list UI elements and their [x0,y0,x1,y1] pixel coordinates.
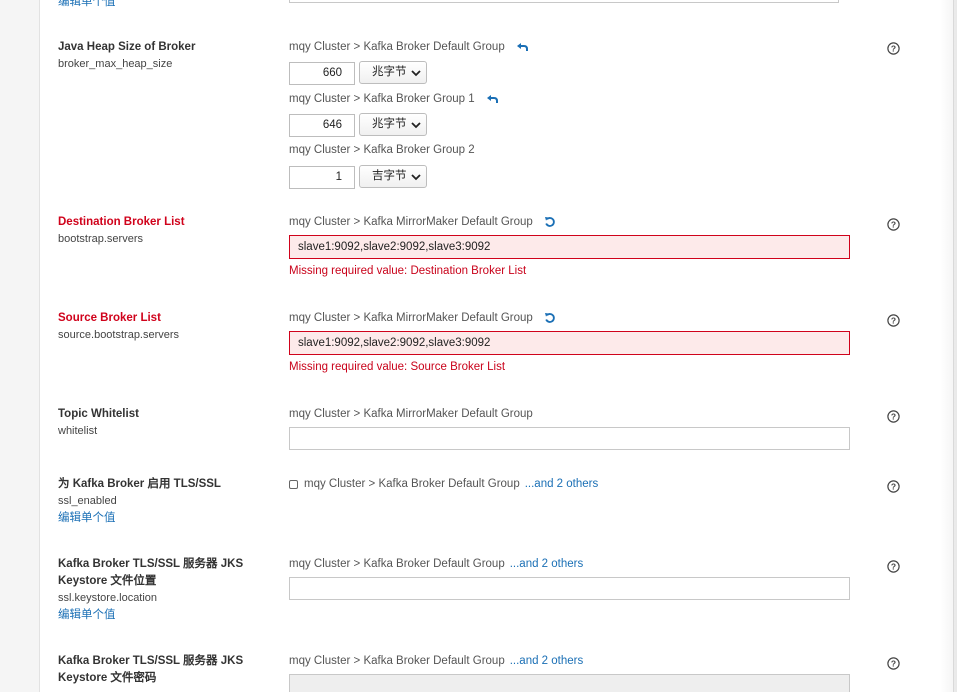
ssl-edit-individual-link[interactable]: 编辑单个值 [58,510,116,527]
svg-text:?: ? [891,562,896,572]
heap-group-1-label: mqy Cluster > Kafka Broker Group 1 [289,93,475,105]
help-icon[interactable]: ? [887,218,900,231]
whitelist-group: mqy Cluster > Kafka MirrorMaker Default … [289,408,533,420]
heap-value-default[interactable]: 660 [289,62,355,85]
svg-text:?: ? [891,412,896,422]
undo-arrow-icon[interactable] [486,93,498,105]
ssl-enabled-checkbox[interactable] [289,480,298,489]
ssl-others-link[interactable]: ...and 2 others [525,478,599,490]
reset-icon[interactable] [544,312,556,324]
heap-unit-group-2[interactable]: 吉字节 [359,165,427,188]
ssl-title: 为 Kafka Broker 启用 TLS/SSL [58,478,221,490]
panel-edge-shadow [940,0,957,692]
heap-unit-group-2-label: 吉字节 [372,170,407,182]
help-icon[interactable]: ? [887,42,900,55]
keystore-password-input[interactable] [289,674,850,692]
ssl-group-label: mqy Cluster > Kafka Broker Default Group [304,478,520,490]
keystore-pw-group-label: mqy Cluster > Kafka Broker Default Group [289,655,505,667]
dest-group-label: mqy Cluster > Kafka MirrorMaker Default … [289,216,533,228]
dest-input[interactable]: slave1:9092,slave2:9092,slave3:9092 [289,235,850,259]
source-group: mqy Cluster > Kafka MirrorMaker Default … [289,310,556,327]
source-title: Source Broker List [58,312,161,324]
dest-group: mqy Cluster > Kafka MirrorMaker Default … [289,214,556,231]
top-partial-input[interactable] [289,0,839,3]
heap-key: broker_max_heap_size [58,58,173,70]
heap-unit-group-1[interactable]: 兆字节 [359,113,427,136]
dest-key: bootstrap.servers [58,233,143,245]
whitelist-key: whitelist [58,425,98,437]
whitelist-title: Topic Whitelist [58,408,139,420]
help-icon[interactable]: ? [887,480,900,493]
reset-icon[interactable] [544,216,556,228]
chevron-down-icon [411,174,421,181]
heap-unit-default-label: 兆字节 [372,66,407,78]
svg-text:?: ? [891,316,896,326]
svg-text:?: ? [891,659,896,669]
undo-arrow-icon[interactable] [516,41,528,53]
keystore-pw-title-line1: Kafka Broker TLS/SSL 服务器 JKS [58,655,244,667]
keystore-title-line2: Keystore 文件位置 [58,575,157,587]
heap-group-default-label: mqy Cluster > Kafka Broker Default Group [289,41,505,53]
ssl-group: mqy Cluster > Kafka Broker Default Group… [304,476,598,493]
heap-unit-default[interactable]: 兆字节 [359,61,427,84]
source-error: Missing required value: Source Broker Li… [289,361,506,373]
chevron-down-icon [411,122,421,129]
keystore-edit-individual-link[interactable]: 编辑单个值 [58,607,116,624]
heap-value-group-2[interactable]: 1 [289,166,355,189]
keystore-key: ssl.keystore.location [58,592,158,604]
dest-title: Destination Broker List [58,216,185,228]
keystore-title-line1: Kafka Broker TLS/SSL 服务器 JKS [58,558,244,570]
ssl-key: ssl_enabled [58,495,117,507]
page: 编辑单个值 Java Heap Size of Broker broker_ma… [0,0,957,692]
heap-group-2: mqy Cluster > Kafka Broker Group 2 [289,142,475,159]
keystore-group: mqy Cluster > Kafka Broker Default Group… [289,556,583,573]
keystore-group-label: mqy Cluster > Kafka Broker Default Group [289,558,505,570]
keystore-location-input[interactable] [289,577,850,600]
source-input[interactable]: slave1:9092,slave2:9092,slave3:9092 [289,331,850,355]
svg-text:?: ? [891,44,896,54]
help-icon[interactable]: ? [887,314,900,327]
chevron-down-icon [411,70,421,77]
keystore-pw-others-link[interactable]: ...and 2 others [510,655,584,667]
keystore-pw-title-line2: Keystore 文件密码 [58,672,157,684]
edit-individual-link-top[interactable]: 编辑单个值 [58,0,116,11]
keystore-others-link[interactable]: ...and 2 others [510,558,584,570]
whitelist-input[interactable] [289,427,850,450]
help-icon[interactable]: ? [887,560,900,573]
heap-group-1: mqy Cluster > Kafka Broker Group 1 [289,91,498,108]
svg-text:?: ? [891,482,896,492]
help-icon[interactable]: ? [887,657,900,670]
heap-unit-group-1-label: 兆字节 [372,118,407,130]
heap-group-default: mqy Cluster > Kafka Broker Default Group [289,39,528,56]
source-key: source.bootstrap.servers [58,329,180,341]
heap-group-2-label: mqy Cluster > Kafka Broker Group 2 [289,144,475,156]
heap-value-group-1[interactable]: 646 [289,114,355,137]
help-icon[interactable]: ? [887,410,900,423]
keystore-pw-group: mqy Cluster > Kafka Broker Default Group… [289,653,583,670]
heap-title: Java Heap Size of Broker [58,41,196,53]
svg-text:?: ? [891,220,896,230]
dest-error: Missing required value: Destination Brok… [289,265,527,277]
source-group-label: mqy Cluster > Kafka MirrorMaker Default … [289,312,533,324]
